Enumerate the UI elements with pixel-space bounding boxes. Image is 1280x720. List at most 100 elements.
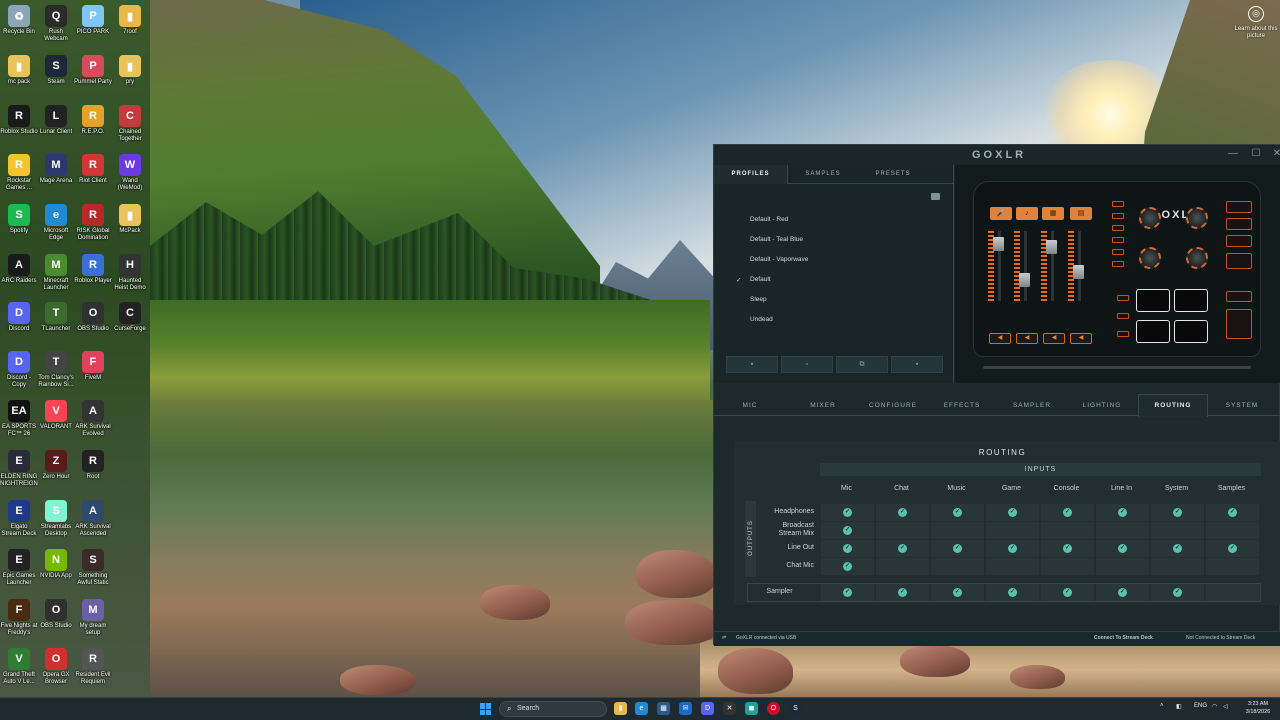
desktop-icon[interactable]: P PICO PARK — [74, 5, 112, 36]
profile-item[interactable]: Default - Red — [750, 216, 788, 223]
route-enabled-check-icon[interactable]: ✓ — [1173, 588, 1182, 597]
connect-stream-deck-link[interactable]: Connect To Stream Deck — [1094, 635, 1153, 641]
fader-knob[interactable] — [1019, 273, 1030, 287]
xbox-icon[interactable]: ✕ — [723, 702, 736, 715]
fader-knob[interactable] — [1073, 265, 1084, 279]
desktop-icon[interactable]: S Steam — [37, 55, 75, 86]
fader-knob[interactable] — [1046, 240, 1057, 254]
sampler-bank-b-button[interactable] — [1117, 313, 1129, 319]
desktop-icon[interactable]: E Epic Games Launcher — [0, 549, 38, 587]
desktop-icon[interactable]: R Riot Client — [74, 154, 112, 185]
mute-button[interactable]: ◀ — [989, 333, 1011, 344]
mail-icon[interactable]: ✉ — [679, 702, 692, 715]
profile-item[interactable]: Default - Vaporwave — [750, 256, 808, 263]
wifi-icon[interactable]: ◠ — [1212, 703, 1217, 710]
tab-system[interactable]: SYSTEM — [1210, 395, 1274, 416]
language-indicator[interactable]: ENG — [1194, 703, 1207, 709]
sampler-pad[interactable] — [1174, 320, 1208, 343]
cough-button[interactable] — [1226, 309, 1252, 339]
sampler-pad[interactable] — [1174, 289, 1208, 312]
desktop-icon[interactable]: ▮ 7roof — [111, 5, 149, 36]
windows-start-icon[interactable] — [480, 703, 492, 715]
edge-icon[interactable]: e — [635, 702, 648, 715]
effect-preset-button[interactable] — [1112, 249, 1124, 255]
desktop-icon[interactable]: M Mage Arena — [37, 154, 75, 185]
desktop-icon[interactable]: R Rockstar Games ... — [0, 154, 38, 192]
routing-cell[interactable] — [986, 558, 1039, 575]
desktop-icon[interactable]: E Elgato Stream Deck — [0, 500, 38, 538]
route-enabled-check-icon[interactable]: ✓ — [898, 508, 907, 517]
route-enabled-check-icon[interactable]: ✓ — [953, 544, 962, 553]
desktop-icon[interactable]: P Pummel Party — [74, 55, 112, 86]
tab-presets[interactable]: PRESETS — [858, 165, 928, 184]
desktop-icon[interactable]: S Spotify — [0, 204, 38, 235]
desktop-icon[interactable]: C Chained Together — [111, 105, 149, 143]
routing-cell[interactable] — [1151, 558, 1204, 575]
route-enabled-check-icon[interactable]: ✓ — [843, 562, 852, 571]
routing-cell[interactable] — [931, 558, 984, 575]
store-icon[interactable]: ▦ — [657, 702, 670, 715]
tab-profiles[interactable]: PROFILES — [714, 165, 788, 184]
routing-cell[interactable] — [1096, 558, 1149, 575]
desktop-icon[interactable]: O Opera GX Browser — [37, 648, 75, 686]
tab-configure[interactable]: CONFIGURE — [861, 395, 925, 416]
route-enabled-check-icon[interactable]: ✓ — [1063, 544, 1072, 553]
route-enabled-check-icon[interactable]: ✓ — [898, 544, 907, 553]
desktop-icon[interactable]: R Resident Evil Requiem — [74, 648, 112, 686]
desktop-icon[interactable]: R Root — [74, 450, 112, 481]
new-profile-button[interactable]: ▫ — [781, 356, 833, 373]
megaphone-button[interactable] — [1226, 201, 1252, 213]
desktop-icon[interactable]: F FiveM — [74, 351, 112, 382]
tab-sampler[interactable]: SAMPLER — [1000, 395, 1064, 416]
desktop-icon[interactable]: ▮ pry — [111, 55, 149, 86]
music-channel-icon[interactable]: ♪ — [1016, 207, 1038, 220]
route-enabled-check-icon[interactable]: ✓ — [1228, 544, 1237, 553]
effect-preset-button[interactable] — [1112, 213, 1124, 219]
clock[interactable]: 3:23 AM 3/18/2026 — [1240, 700, 1276, 716]
desktop-icon[interactable]: S Something Awful Static — [74, 549, 112, 587]
routing-cell[interactable] — [1206, 558, 1259, 575]
desktop-icon[interactable]: O OBS Studio — [37, 599, 75, 630]
discord-icon[interactable]: D — [701, 702, 714, 715]
tab-effects[interactable]: EFFECTS — [930, 395, 994, 416]
routing-cell[interactable] — [1041, 522, 1094, 539]
route-enabled-check-icon[interactable]: ✓ — [1118, 588, 1127, 597]
taskbar-search[interactable]: ⌕ Search — [499, 701, 607, 717]
opera-gx-icon[interactable]: O — [767, 702, 780, 715]
tab-mic[interactable]: MIC — [718, 395, 782, 416]
desktop-icon[interactable]: O OBS Studio — [74, 302, 112, 333]
desktop-icon[interactable]: Q Rush Webcam — [37, 5, 75, 43]
reverb-knob[interactable] — [1139, 207, 1161, 229]
route-enabled-check-icon[interactable]: ✓ — [1008, 544, 1017, 553]
fx-button[interactable] — [1226, 253, 1252, 269]
desktop-icon[interactable]: D Discord — [0, 302, 38, 333]
tab-routing[interactable]: ROUTING — [1138, 394, 1208, 417]
routing-cell[interactable] — [876, 558, 929, 575]
routing-cell[interactable] — [931, 522, 984, 539]
route-enabled-check-icon[interactable]: ✓ — [1063, 508, 1072, 517]
tray-overflow-icon[interactable]: ˄ — [1160, 703, 1164, 709]
desktop-icon[interactable]: S Streamlabs Desktop — [37, 500, 75, 538]
route-enabled-check-icon[interactable]: ✓ — [1118, 508, 1127, 517]
profile-item-active[interactable]: Default — [750, 276, 771, 283]
echo-knob[interactable] — [1139, 247, 1161, 269]
route-enabled-check-icon[interactable]: ✓ — [843, 526, 852, 535]
route-enabled-check-icon[interactable]: ✓ — [898, 588, 907, 597]
desktop-icon[interactable]: V VALORANT — [37, 400, 75, 431]
desktop-icon[interactable]: R RISK Global Domination — [74, 204, 112, 242]
desktop-icon[interactable]: M My dream setup — [74, 599, 112, 637]
desktop-icon[interactable]: L Lunar Client — [37, 105, 75, 136]
steam-icon[interactable]: S — [789, 702, 802, 715]
game-channel-icon[interactable]: ▦ — [1042, 207, 1064, 220]
mute-button[interactable]: ◀ — [1070, 333, 1092, 344]
desktop-icon[interactable]: E ELDEN RING NIGHTREIGN — [0, 450, 38, 488]
routing-cell[interactable] — [1206, 584, 1259, 601]
sampler-bank-a-button[interactable] — [1117, 295, 1129, 301]
desktop-icon[interactable]: A ARC Raiders — [0, 254, 38, 285]
desktop-icon[interactable]: D Discord - Copy — [0, 351, 38, 389]
desktop-icon[interactable]: M Minecraft Launcher — [37, 254, 75, 292]
fader-knob[interactable] — [993, 237, 1004, 251]
profile-settings-icon[interactable] — [931, 193, 940, 200]
sampler-pad[interactable] — [1136, 289, 1170, 312]
tray-app-icon[interactable]: ◧ — [1176, 703, 1182, 710]
